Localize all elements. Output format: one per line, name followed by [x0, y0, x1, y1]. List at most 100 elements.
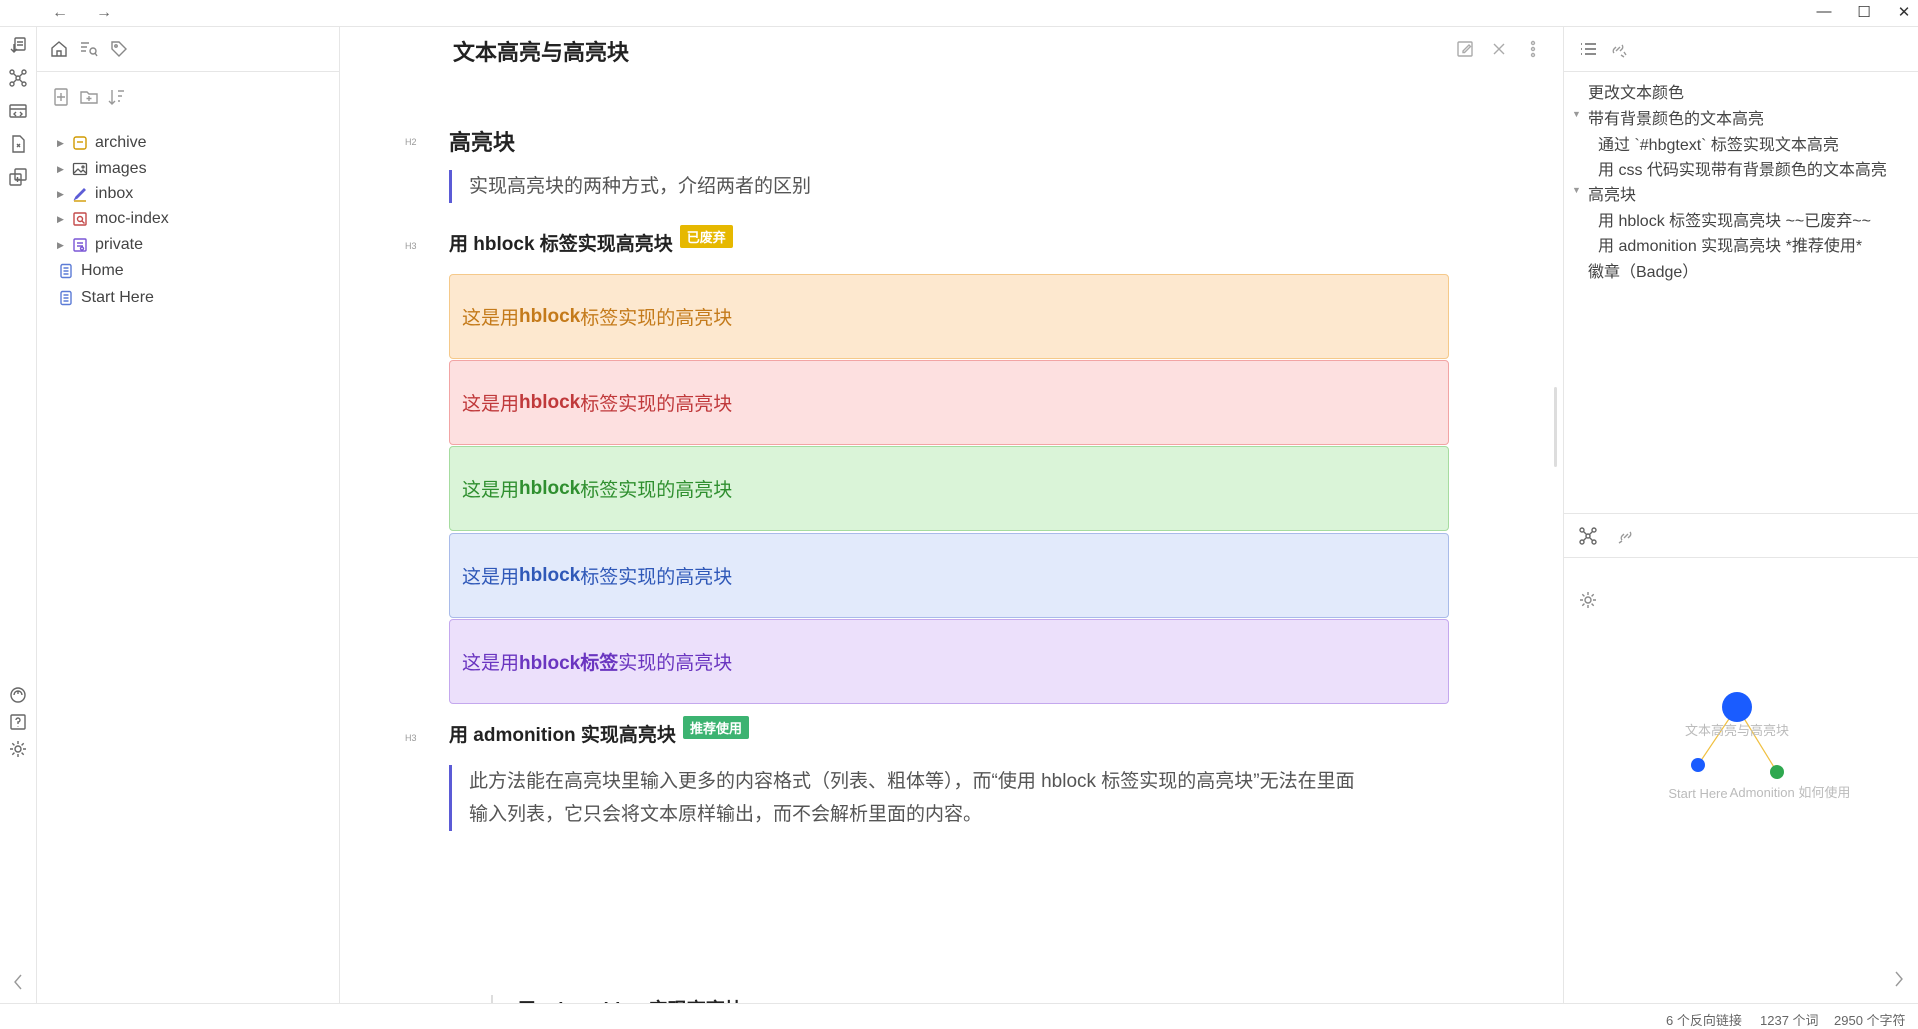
left-ribbon — [0, 27, 37, 1003]
local-graph[interactable]: 文本高亮与高亮块 Start Here Admonition 如何使用 — [1564, 627, 1918, 867]
editor-scrollbar[interactable] — [1554, 387, 1557, 467]
hblock-bold: hblock标签 — [519, 653, 619, 674]
tag-tab-icon[interactable] — [109, 39, 129, 64]
folder-images[interactable]: ▶ images — [57, 157, 147, 181]
edit-mode-icon[interactable] — [1455, 39, 1475, 59]
forward-arrow-icon[interactable]: → — [96, 4, 112, 22]
heading-h2[interactable]: 高亮块 — [449, 125, 515, 157]
expand-caret-icon[interactable]: ▶ — [57, 214, 71, 225]
recommended-badge: 推荐使用 — [682, 716, 749, 739]
outline-item[interactable]: 用 admonition 实现高亮块 *推荐使用* — [1598, 232, 1862, 256]
new-folder-icon[interactable] — [79, 87, 99, 112]
folder-moc-index[interactable]: ▶ moc-index — [57, 207, 169, 231]
sort-icon[interactable] — [107, 87, 127, 112]
folder-inbox[interactable]: ▶ inbox — [57, 182, 133, 206]
nested-heading[interactable]: 用 admonition 实现高亮块 — [491, 995, 744, 1003]
outline-item[interactable]: 用 hblock 标签实现高亮块 ~~已废弃~~ — [1598, 207, 1871, 231]
heading-h3-admonition[interactable]: 用 admonition 实现高亮块 推荐使用 — [449, 716, 749, 747]
heading-level-label: H3 — [405, 733, 417, 743]
file-home[interactable]: Home — [57, 259, 124, 283]
hblock-prefix: 这是用 — [462, 308, 520, 329]
graph-node[interactable] — [1770, 765, 1784, 779]
hblock-red[interactable]: 这是用 hblock 标签实现的高亮块 — [449, 360, 1449, 445]
expand-caret-icon[interactable]: ▶ — [57, 189, 71, 200]
quote-text: 实现高亮块的两种方式，介绍两者的区别 — [469, 176, 812, 197]
folder-label: private — [95, 236, 144, 253]
char-count: 2950 个字符 — [1834, 1013, 1906, 1028]
back-arrow-icon[interactable]: ← — [52, 4, 68, 22]
admonition-blockquote[interactable]: 此方法能在高亮块里输入更多的内容格式（列表、粗体等），而“使用 hblock 标… — [449, 765, 1449, 831]
expand-caret-icon[interactable]: ▶ — [57, 240, 71, 251]
hblock-orange[interactable]: 这是用 hblock 标签实现的高亮块 — [449, 274, 1449, 359]
folder-private[interactable]: ▶ private — [57, 233, 143, 257]
outline-item[interactable]: 徽章（Badge） — [1588, 258, 1698, 282]
open-quick-switcher-icon[interactable] — [8, 35, 28, 55]
new-note-icon[interactable] — [51, 87, 71, 112]
archive-folder-icon — [71, 134, 89, 152]
images-folder-icon — [71, 160, 89, 178]
file-start-here[interactable]: Start Here — [57, 286, 154, 310]
outline-item[interactable]: 更改文本颜色 — [1588, 79, 1684, 103]
expand-caret-icon[interactable]: ▶ — [57, 138, 71, 149]
quote-line: 此方法能在高亮块里输入更多的内容格式（列表、粗体等），而“使用 hblock 标… — [469, 771, 1355, 792]
note-icon — [57, 289, 75, 307]
close-tab-icon[interactable] — [1489, 39, 1509, 59]
maximize-button[interactable]: ☐ — [1854, 3, 1874, 21]
file-label: Start Here — [81, 289, 154, 306]
collapse-caret-icon[interactable]: ▼ — [1572, 109, 1581, 119]
collapse-left-icon[interactable] — [8, 972, 28, 992]
collapse-right-icon[interactable] — [1889, 969, 1909, 994]
moc-folder-icon — [71, 210, 89, 228]
intro-blockquote[interactable]: 实现高亮块的两种方式，介绍两者的区别 — [449, 170, 1449, 203]
quote-line: 输入列表，它只会将文本原样输出，而不会解析里面的内容。 — [469, 804, 983, 825]
note-icon — [57, 262, 75, 280]
editor-pane: 文本高亮与高亮块 H2 高亮块 实现高亮块的两种方式，介绍两者的区别 H3 用 … — [341, 27, 1563, 1003]
folder-label: inbox — [95, 185, 134, 202]
backlinks-tab-icon[interactable] — [1608, 39, 1628, 64]
file-explorer-panel: ▶ archive ▶ images ▶ inbox ▶ moc-index ▶… — [37, 27, 340, 1003]
hblock-suffix: 标签实现的高亮块 — [580, 394, 733, 415]
hblock-purple[interactable]: 这是用 hblock标签 实现的高亮块 — [449, 619, 1449, 704]
outline-item[interactable]: 用 css 代码实现带有背景颜色的文本高亮 — [1598, 156, 1887, 180]
templates-icon[interactable] — [8, 167, 28, 187]
hblock-suffix: 实现的高亮块 — [618, 653, 733, 674]
graph-node[interactable] — [1691, 758, 1705, 772]
document-title[interactable]: 文本高亮与高亮块 — [453, 35, 629, 67]
hblock-green[interactable]: 这是用 hblock 标签实现的高亮块 — [449, 446, 1449, 531]
local-graph-tab-icon[interactable] — [1578, 526, 1598, 551]
outline-item[interactable]: 带有背景颜色的文本高亮 — [1588, 105, 1764, 129]
expand-caret-icon[interactable]: ▶ — [57, 164, 71, 175]
hblock-bold: hblock — [519, 391, 581, 413]
outline-item[interactable]: 高亮块 — [1588, 181, 1636, 205]
graph-node-current[interactable] — [1722, 692, 1752, 722]
left-panel-tabs — [37, 27, 339, 72]
home-tab-icon[interactable] — [49, 39, 69, 64]
outline-item[interactable]: 通过 `#hbgtext` 标签实现文本高亮 — [1598, 131, 1839, 155]
minimize-button[interactable]: — — [1814, 3, 1834, 20]
hblock-prefix: 这是用 — [462, 653, 520, 674]
hblock-prefix: 这是用 — [462, 394, 520, 415]
hblock-suffix: 标签实现的高亮块 — [580, 308, 733, 329]
search-tab-icon[interactable] — [79, 39, 99, 64]
settings-icon[interactable] — [8, 739, 28, 759]
folder-label: moc-index — [95, 210, 169, 227]
graph-settings-icon[interactable] — [1578, 590, 1598, 615]
close-window-button[interactable]: ✕ — [1894, 3, 1914, 21]
title-bar: ← → — ☐ ✕ — [0, 0, 1918, 27]
heading-level-label: H3 — [405, 241, 417, 251]
hblock-bold: hblock — [519, 477, 581, 499]
help-icon[interactable] — [8, 712, 28, 732]
graph-view-icon[interactable] — [8, 68, 28, 88]
outgoing-links-tab-icon[interactable] — [1616, 526, 1636, 551]
hblock-blue[interactable]: 这是用 hblock 标签实现的高亮块 — [449, 533, 1449, 618]
inbox-folder-icon — [71, 185, 89, 203]
backlink-count[interactable]: 6 个反向链接 — [1666, 1010, 1742, 1029]
collapse-caret-icon[interactable]: ▼ — [1572, 185, 1581, 195]
more-options-icon[interactable] — [1523, 39, 1543, 59]
canvas-icon[interactable] — [8, 101, 28, 121]
heading-h3-hblock[interactable]: 用 hblock 标签实现高亮块 已废弃 — [449, 225, 733, 256]
folder-archive[interactable]: ▶ archive — [57, 131, 147, 155]
daily-note-icon[interactable] — [8, 134, 28, 154]
outline-tab-icon[interactable] — [1578, 39, 1598, 64]
vault-switch-icon[interactable] — [8, 685, 28, 705]
